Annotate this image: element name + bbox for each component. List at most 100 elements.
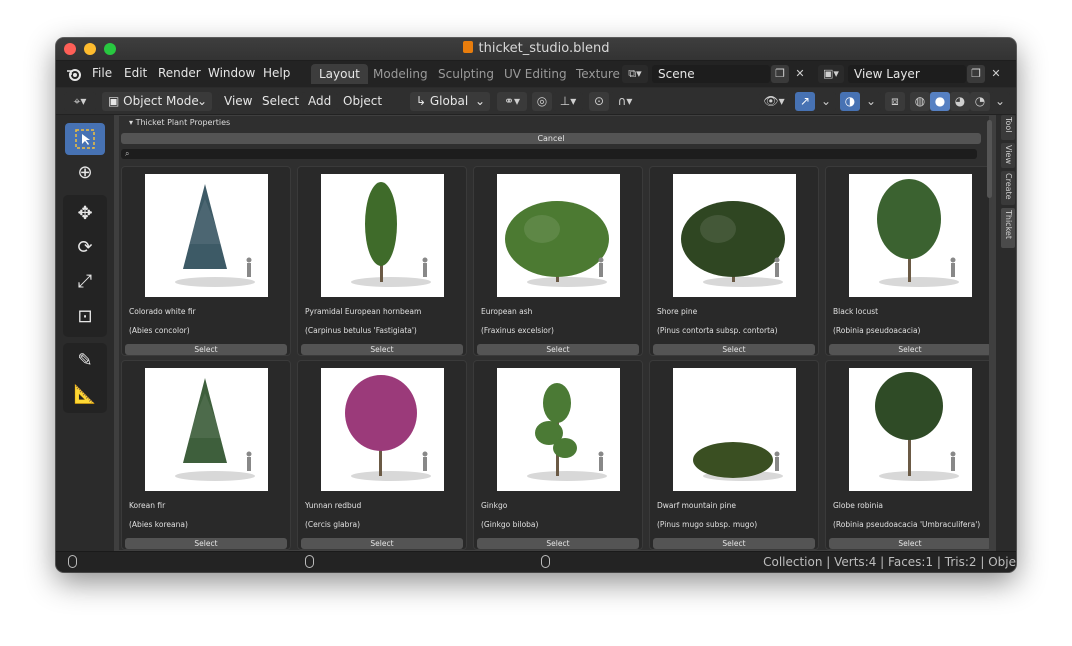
xray-icon[interactable]: ⧈ <box>885 92 905 111</box>
shading-dropdown-icon[interactable]: ⌄ <box>990 92 1010 111</box>
plant-thumbnail[interactable] <box>497 368 620 491</box>
tab-thicket[interactable]: Thicket <box>1001 208 1015 248</box>
menu-help[interactable]: Help <box>263 66 290 80</box>
header-menu-add[interactable]: Add <box>302 92 338 111</box>
gizmo-dropdown-icon[interactable]: ⌄ <box>816 92 836 111</box>
menu-window[interactable]: Window <box>208 66 255 80</box>
rendered-shading-icon[interactable]: ◔ <box>970 92 990 111</box>
editor-type-icon[interactable]: ⌖▾ <box>64 92 96 111</box>
plant-card: Black locust (Robinia pseudoacacia) Select <box>825 166 989 356</box>
snap-icon[interactable]: ◎ <box>532 92 552 111</box>
plant-card: Colorado white fir (Abies concolor) Select <box>121 166 291 356</box>
plant-thumbnail[interactable] <box>849 368 972 491</box>
snap-target-icon[interactable]: ⊥▾ <box>553 92 583 111</box>
menu-edit[interactable]: Edit <box>124 66 147 80</box>
tab-create[interactable]: Create <box>1001 171 1015 205</box>
move-tool-icon[interactable]: ✥ <box>65 198 105 230</box>
mouse-left-icon <box>68 555 77 568</box>
rotate-tool-icon[interactable]: ⟳ <box>65 232 105 264</box>
header-menu-object[interactable]: Object <box>337 92 389 111</box>
select-plant-button[interactable]: Select <box>301 344 463 355</box>
select-plant-button[interactable]: Select <box>829 344 989 355</box>
select-plant-button[interactable]: Select <box>477 344 639 355</box>
pivot-point-icon[interactable]: ⚭▾ <box>497 92 527 111</box>
panel-header[interactable]: ▾ Thicket Plant Properties <box>119 116 989 130</box>
plant-thumbnail[interactable] <box>321 368 444 491</box>
plant-thumbnail[interactable] <box>321 174 444 297</box>
tab-modeling[interactable]: Modeling <box>365 64 436 84</box>
cursor-tool-icon[interactable]: ⊕ <box>65 157 105 189</box>
tab-sculpting[interactable]: Sculpting <box>430 64 502 84</box>
left-toolbar: ⊕ ✥ ⟳ ⤢ ⊡ ✎ 📐 <box>56 115 112 551</box>
plant-thumbnail[interactable] <box>145 174 268 297</box>
tab-tool[interactable]: Tool <box>1001 115 1015 140</box>
plant-card: Ginkgo (Ginkgo biloba) Select <box>473 360 643 550</box>
plant-card: European ash (Fraxinus excelsior) Select <box>473 166 643 356</box>
wireframe-shading-icon[interactable]: ◍ <box>910 92 930 111</box>
select-plant-button[interactable]: Select <box>477 538 639 549</box>
tab-texture[interactable]: Texture <box>568 64 620 84</box>
mouse-middle-icon <box>305 555 314 568</box>
plant-thumbnail[interactable] <box>497 174 620 297</box>
material-shading-icon[interactable]: ◕ <box>950 92 970 111</box>
plant-name: European ash <box>481 307 533 316</box>
select-plant-button[interactable]: Select <box>829 538 989 549</box>
view-layer-name-field[interactable]: View Layer <box>848 65 966 83</box>
transform-tool-icon[interactable]: ⊡ <box>65 301 105 333</box>
blender-logo-icon[interactable] <box>66 66 82 82</box>
view-layer-selector-icon[interactable]: ▣▾ <box>818 65 844 83</box>
proportional-edit-icon[interactable]: ⊙ <box>589 92 609 111</box>
select-box-tool-icon[interactable] <box>65 123 105 155</box>
mode-dropdown[interactable]: ▣ Object Mode ⌄ <box>102 92 212 111</box>
plant-thumbnail[interactable] <box>145 368 268 491</box>
menu-file[interactable]: File <box>92 66 112 80</box>
plant-thumbnail[interactable] <box>673 368 796 491</box>
plant-latin-name: (Ginkgo biloba) <box>481 520 539 529</box>
solid-shading-icon[interactable]: ● <box>930 92 950 111</box>
tab-uv-editing[interactable]: UV Editing <box>496 64 575 84</box>
select-plant-button[interactable]: Select <box>125 344 287 355</box>
plant-card: Dwarf mountain pine (Pinus mugo subsp. mu… <box>649 360 819 550</box>
select-plant-button[interactable]: Select <box>653 344 815 355</box>
falloff-icon[interactable]: ∩▾ <box>610 92 640 111</box>
tab-layout[interactable]: Layout <box>311 64 368 84</box>
top-bar: File Edit Render Window Help Layout Mode… <box>56 61 1016 87</box>
select-plant-button[interactable]: Select <box>125 538 287 549</box>
measure-tool-icon[interactable]: 📐 <box>65 379 105 411</box>
scene-name-field[interactable]: Scene <box>652 65 770 83</box>
blender-window: thicket_studio.blend File Edit Render Wi… <box>56 38 1016 572</box>
mouse-right-icon <box>541 555 550 568</box>
header-menu-view[interactable]: View <box>218 92 259 111</box>
select-plant-button[interactable]: Select <box>653 538 815 549</box>
plant-thumbnail[interactable] <box>849 174 972 297</box>
status-text: Collection | Verts:4 | Faces:1 | Tris:2 … <box>763 555 1016 569</box>
overlay-dropdown-icon[interactable]: ⌄ <box>861 92 881 111</box>
plant-card: Korean fir (Abies koreana) Select <box>121 360 291 550</box>
overlay-icon[interactable]: ◑ <box>840 92 860 111</box>
menu-render[interactable]: Render <box>158 66 201 80</box>
plant-thumbnail[interactable] <box>673 174 796 297</box>
header-menu-select[interactable]: Select <box>256 92 306 111</box>
title-bar: thicket_studio.blend <box>56 38 1016 61</box>
select-plant-button[interactable]: Select <box>301 538 463 549</box>
plant-name: Black locust <box>833 307 879 316</box>
plant-latin-name: (Pinus contorta subsp. contorta) <box>657 326 778 335</box>
plant-name: Dwarf mountain pine <box>657 501 736 510</box>
new-scene-icon[interactable]: ❐ <box>771 65 789 83</box>
plant-latin-name: (Robinia pseudoacacia) <box>833 326 921 335</box>
new-view-layer-icon[interactable]: ❐ <box>967 65 985 83</box>
plant-card: Pyramidal European hornbeam (Carpinus bet… <box>297 166 467 356</box>
scale-tool-icon[interactable]: ⤢ <box>65 266 105 298</box>
transform-orientation-dropdown[interactable]: ↳ Global ⌄ <box>410 92 490 111</box>
search-input[interactable]: ⌕ <box>121 149 977 159</box>
tab-view[interactable]: View <box>1001 143 1015 168</box>
cancel-button[interactable]: Cancel <box>121 133 981 144</box>
delete-view-layer-icon[interactable]: ✕ <box>987 65 1005 83</box>
gizmo-icon[interactable]: ↗ <box>795 92 815 111</box>
delete-scene-icon[interactable]: ✕ <box>791 65 809 83</box>
annotate-tool-icon[interactable]: ✎ <box>65 345 105 377</box>
scene-selector-icon[interactable]: ⧉▾ <box>622 65 648 83</box>
panel-scrollbar[interactable] <box>987 120 992 198</box>
thicket-plant-panel: ▾ Thicket Plant Properties Cancel ⌕ Colo… <box>119 116 989 550</box>
visibility-icon[interactable]: 👁▾ <box>759 92 789 111</box>
